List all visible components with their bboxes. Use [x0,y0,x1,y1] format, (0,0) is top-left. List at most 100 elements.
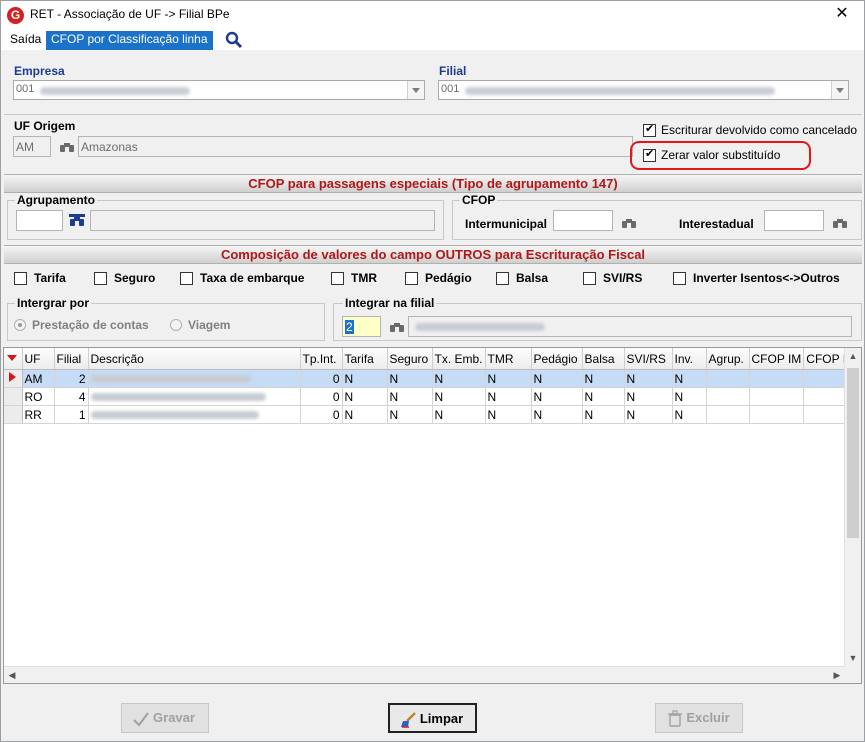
cell-filial[interactable]: 1 [54,405,89,424]
row-indicator[interactable] [4,369,23,388]
cell-tarifa[interactable]: N [342,369,388,388]
cell-uf[interactable]: RO [22,387,55,406]
cell-agrup[interactable] [706,405,750,424]
col-agrup[interactable]: Agrup. [706,348,750,370]
col-descricao[interactable]: Descrição [88,348,301,370]
col-tarifa[interactable]: Tarifa [342,348,388,370]
cell-seguro[interactable]: N [387,369,433,388]
tmr-checkbox[interactable] [331,272,344,285]
cell-filial[interactable]: 2 [54,369,89,388]
balsa-checkbox[interactable] [496,272,509,285]
table-row[interactable]: RO 4 0 N N N N N N N N [4,387,858,406]
filial-select[interactable]: 001 [438,80,849,100]
cell-tarifa[interactable]: N [342,387,388,406]
empresa-select[interactable]: 001 [13,80,425,100]
cell-uf[interactable]: RR [22,405,55,424]
vertical-scrollbar[interactable]: ▲ ▼ [844,348,861,666]
seguro-checkbox[interactable] [94,272,107,285]
pedagio-checkbox[interactable] [405,272,418,285]
col-uf[interactable]: UF [22,348,55,370]
tarifa-checkbox[interactable] [14,272,27,285]
gravar-button[interactable]: Gravar [121,703,209,733]
search-icon[interactable] [225,31,243,49]
integrar-filial-field[interactable]: 2 [342,316,381,337]
escriturar-checkbox[interactable] [643,122,656,137]
cell-tarifa[interactable]: N [342,405,388,424]
cell-agrup[interactable] [706,387,750,406]
col-txemb[interactable]: Tx. Emb. [432,348,486,370]
cell-tpint[interactable]: 0 [300,369,343,388]
scroll-right-icon[interactable]: ▶ [829,667,845,683]
scroll-down-icon[interactable]: ▼ [845,650,861,666]
cell-txemb[interactable]: N [432,387,486,406]
cell-txemb[interactable]: N [432,405,486,424]
cell-svirs[interactable]: N [624,405,673,424]
binoculars-icon[interactable] [832,216,848,230]
cell-inv[interactable]: N [672,405,707,424]
prestacao-contas-radio[interactable] [14,319,26,331]
cell-tmr[interactable]: N [485,369,532,388]
row-indicator[interactable] [4,405,23,424]
cell-pedagio[interactable]: N [531,369,583,388]
binoculars-icon[interactable] [69,214,85,228]
cell-inv[interactable]: N [672,369,707,388]
col-seguro[interactable]: Seguro [387,348,433,370]
menu-cfop-classificacao[interactable]: CFOP por Classificação linha [46,31,213,50]
limpar-button[interactable]: Limpar [388,703,477,733]
col-cfop-im[interactable]: CFOP IM [749,348,805,370]
vertical-scroll-thumb[interactable] [847,368,859,538]
intermunicipal-field[interactable] [553,210,613,231]
cell-descricao[interactable] [88,405,301,424]
cell-seguro[interactable]: N [387,405,433,424]
cell-agrup[interactable] [706,369,750,388]
cell-cfop-im[interactable] [749,387,805,406]
viagem-radio[interactable] [170,319,182,331]
scroll-left-icon[interactable]: ◀ [4,667,20,683]
cell-pedagio[interactable]: N [531,405,583,424]
binoculars-icon[interactable] [59,140,75,154]
cell-tpint[interactable]: 0 [300,387,343,406]
col-tpint[interactable]: Tp.Int. [300,348,343,370]
menu-saida[interactable]: Saída [5,31,46,50]
cell-balsa[interactable]: N [582,369,625,388]
svirs-checkbox[interactable] [583,272,596,285]
horizontal-scrollbar[interactable]: ◀ ▶ [4,666,845,683]
sort-down-icon[interactable] [4,348,20,366]
col-balsa[interactable]: Balsa [582,348,625,370]
taxa-embarque-checkbox[interactable] [180,272,193,285]
table-row[interactable]: RR 1 0 N N N N N N N N [4,405,858,424]
cell-cfop-im[interactable] [749,369,805,388]
col-inv[interactable]: Inv. [672,348,707,370]
cell-svirs[interactable]: N [624,369,673,388]
uf-origem-field[interactable]: AM [13,136,51,157]
cell-balsa[interactable]: N [582,387,625,406]
cell-filial[interactable]: 4 [54,387,89,406]
interestadual-field[interactable] [764,210,824,231]
binoculars-icon[interactable] [389,320,405,334]
chevron-down-icon[interactable] [407,81,424,99]
cell-inv[interactable]: N [672,387,707,406]
col-pedagio[interactable]: Pedágio [531,348,583,370]
cell-svirs[interactable]: N [624,387,673,406]
col-svirs[interactable]: SVI/RS [624,348,673,370]
chevron-down-icon[interactable] [831,81,848,99]
uf-filial-grid[interactable]: UF Filial Descrição Tp.Int. Tarifa Segur… [3,347,862,684]
inverter-isentos-checkbox[interactable] [673,272,686,285]
cell-uf[interactable]: AM [22,369,55,388]
cell-balsa[interactable]: N [582,405,625,424]
cell-tmr[interactable]: N [485,387,532,406]
cell-cfop-im[interactable] [749,405,805,424]
cell-tpint[interactable]: 0 [300,405,343,424]
col-filial[interactable]: Filial [54,348,89,370]
cell-pedagio[interactable]: N [531,387,583,406]
cell-txemb[interactable]: N [432,369,486,388]
cell-seguro[interactable]: N [387,387,433,406]
cell-descricao[interactable] [88,369,301,388]
col-tmr[interactable]: TMR [485,348,532,370]
excluir-button[interactable]: Excluir [655,703,743,733]
agrupamento-field[interactable] [16,210,63,231]
row-indicator[interactable] [4,387,23,406]
cell-descricao[interactable] [88,387,301,406]
grid-indicator-header[interactable] [4,348,23,370]
table-row[interactable]: AM 2 0 N N N N N N N N [4,369,858,388]
